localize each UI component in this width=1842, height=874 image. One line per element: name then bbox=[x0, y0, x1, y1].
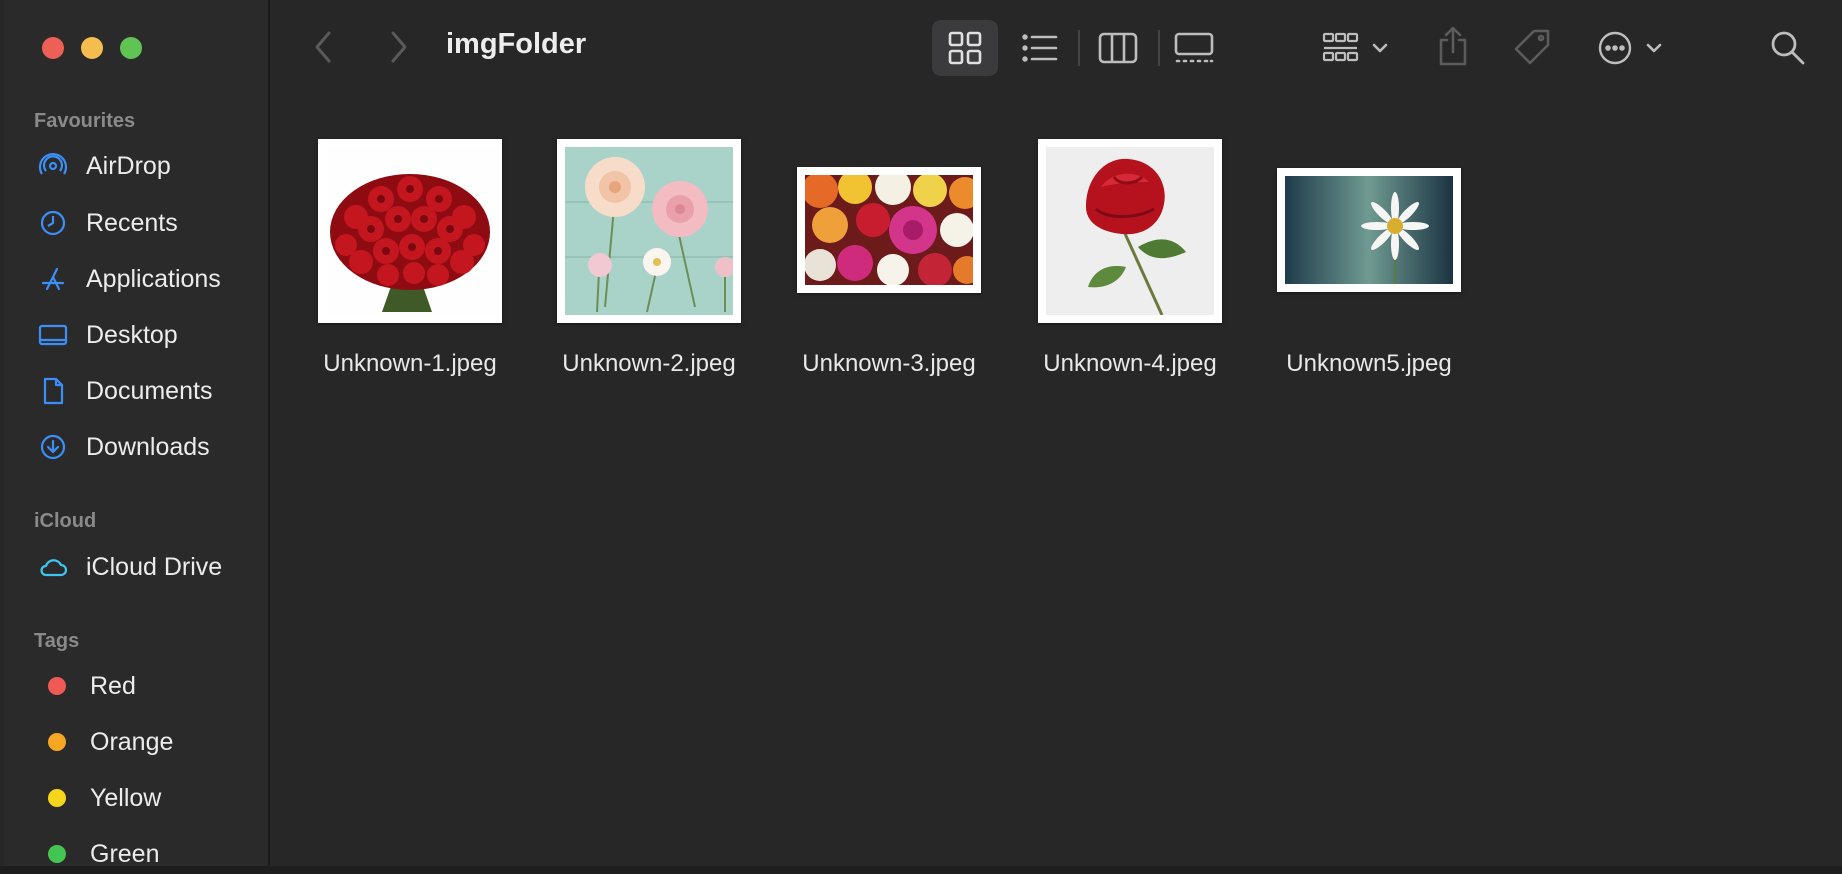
sidebar-item-label: iCloud Drive bbox=[86, 552, 223, 581]
toolbar-separator bbox=[1078, 30, 1080, 66]
sidebar-item-label: Red bbox=[90, 671, 136, 700]
sidebar-item-label: AirDrop bbox=[86, 151, 171, 180]
sidebar-item-label: Applications bbox=[86, 264, 221, 293]
sidebar-item-label: Orange bbox=[90, 727, 174, 756]
image-pink-dahlias bbox=[565, 147, 733, 315]
group-icon[interactable] bbox=[1322, 31, 1394, 65]
sidebar: Favourites AirDrop Recents Applications … bbox=[4, 0, 270, 868]
file-name[interactable]: Unknown5.jpeg bbox=[1259, 350, 1479, 378]
file-thumbnail[interactable] bbox=[797, 167, 981, 293]
search-icon[interactable] bbox=[1770, 30, 1806, 66]
file-thumbnail[interactable] bbox=[318, 139, 502, 323]
image-red-rose-bouquet bbox=[326, 147, 494, 315]
sidebar-item-documents[interactable]: Documents bbox=[38, 371, 212, 411]
file-name[interactable]: Unknown-2.jpeg bbox=[539, 350, 759, 378]
file-thumbnail[interactable] bbox=[1277, 168, 1461, 292]
minimize-button[interactable] bbox=[81, 37, 103, 59]
tag-icon[interactable] bbox=[1512, 28, 1552, 66]
finder-window: Favourites AirDrop Recents Applications … bbox=[0, 0, 1842, 868]
sidebar-item-downloads[interactable]: Downloads bbox=[38, 427, 210, 467]
share-icon[interactable] bbox=[1436, 26, 1470, 66]
desktop-icon bbox=[38, 320, 68, 350]
back-icon[interactable] bbox=[312, 30, 336, 64]
window-controls bbox=[42, 37, 142, 59]
file-name[interactable]: Unknown-3.jpeg bbox=[779, 350, 999, 378]
column-view-icon[interactable] bbox=[1098, 31, 1138, 65]
close-button[interactable] bbox=[42, 37, 64, 59]
sidebar-item-label: Recents bbox=[86, 208, 178, 237]
sidebar-item-applications[interactable]: Applications bbox=[38, 259, 221, 299]
more-icon[interactable] bbox=[1598, 30, 1668, 66]
sidebar-item-label: Downloads bbox=[86, 432, 210, 461]
sidebar-item-label: Documents bbox=[86, 376, 213, 405]
file-thumbnail[interactable] bbox=[557, 139, 741, 323]
forward-icon[interactable] bbox=[386, 30, 410, 64]
sidebar-item-label: Desktop bbox=[86, 320, 178, 349]
sidebar-item-desktop[interactable]: Desktop bbox=[38, 315, 178, 355]
file-thumbnail[interactable] bbox=[1038, 139, 1222, 323]
section-label-icloud: iCloud bbox=[34, 510, 97, 532]
image-white-daisy bbox=[1285, 176, 1453, 284]
gallery-view-icon[interactable] bbox=[1174, 31, 1214, 65]
icon-view-icon[interactable] bbox=[948, 31, 982, 65]
document-icon bbox=[38, 376, 68, 406]
section-label-tags: Tags bbox=[34, 630, 80, 652]
zoom-button[interactable] bbox=[120, 37, 142, 59]
tag-color-dot bbox=[48, 733, 66, 751]
sidebar-item-label: Green bbox=[90, 839, 160, 868]
sidebar-item-label: Yellow bbox=[90, 783, 162, 812]
sidebar-item-airdrop[interactable]: AirDrop bbox=[38, 146, 171, 186]
section-label-favourites: Favourites bbox=[34, 110, 136, 132]
sidebar-tag-orange[interactable]: Orange bbox=[38, 722, 173, 762]
file-name[interactable]: Unknown-4.jpeg bbox=[1020, 350, 1240, 378]
list-view-icon[interactable] bbox=[1022, 31, 1058, 65]
clock-icon bbox=[38, 208, 68, 238]
sidebar-item-recents[interactable]: Recents bbox=[38, 203, 178, 243]
window-title: imgFolder bbox=[446, 28, 587, 60]
sidebar-tag-green[interactable]: Green bbox=[38, 834, 159, 874]
airdrop-icon bbox=[38, 151, 68, 181]
tag-color-dot bbox=[48, 677, 66, 695]
tag-color-dot bbox=[48, 789, 66, 807]
sidebar-item-icloud-drive[interactable]: iCloud Drive bbox=[38, 547, 222, 587]
sidebar-tag-yellow[interactable]: Yellow bbox=[38, 778, 161, 818]
file-name[interactable]: Unknown-1.jpeg bbox=[300, 350, 520, 378]
sidebar-tag-red[interactable]: Red bbox=[38, 666, 136, 706]
toolbar-separator bbox=[1158, 30, 1160, 66]
download-icon bbox=[38, 432, 68, 462]
applications-icon bbox=[38, 264, 68, 294]
image-single-red-rose bbox=[1046, 147, 1214, 315]
image-colorful-roses bbox=[805, 175, 973, 285]
tag-color-dot bbox=[48, 845, 66, 863]
cloud-icon bbox=[38, 552, 68, 582]
